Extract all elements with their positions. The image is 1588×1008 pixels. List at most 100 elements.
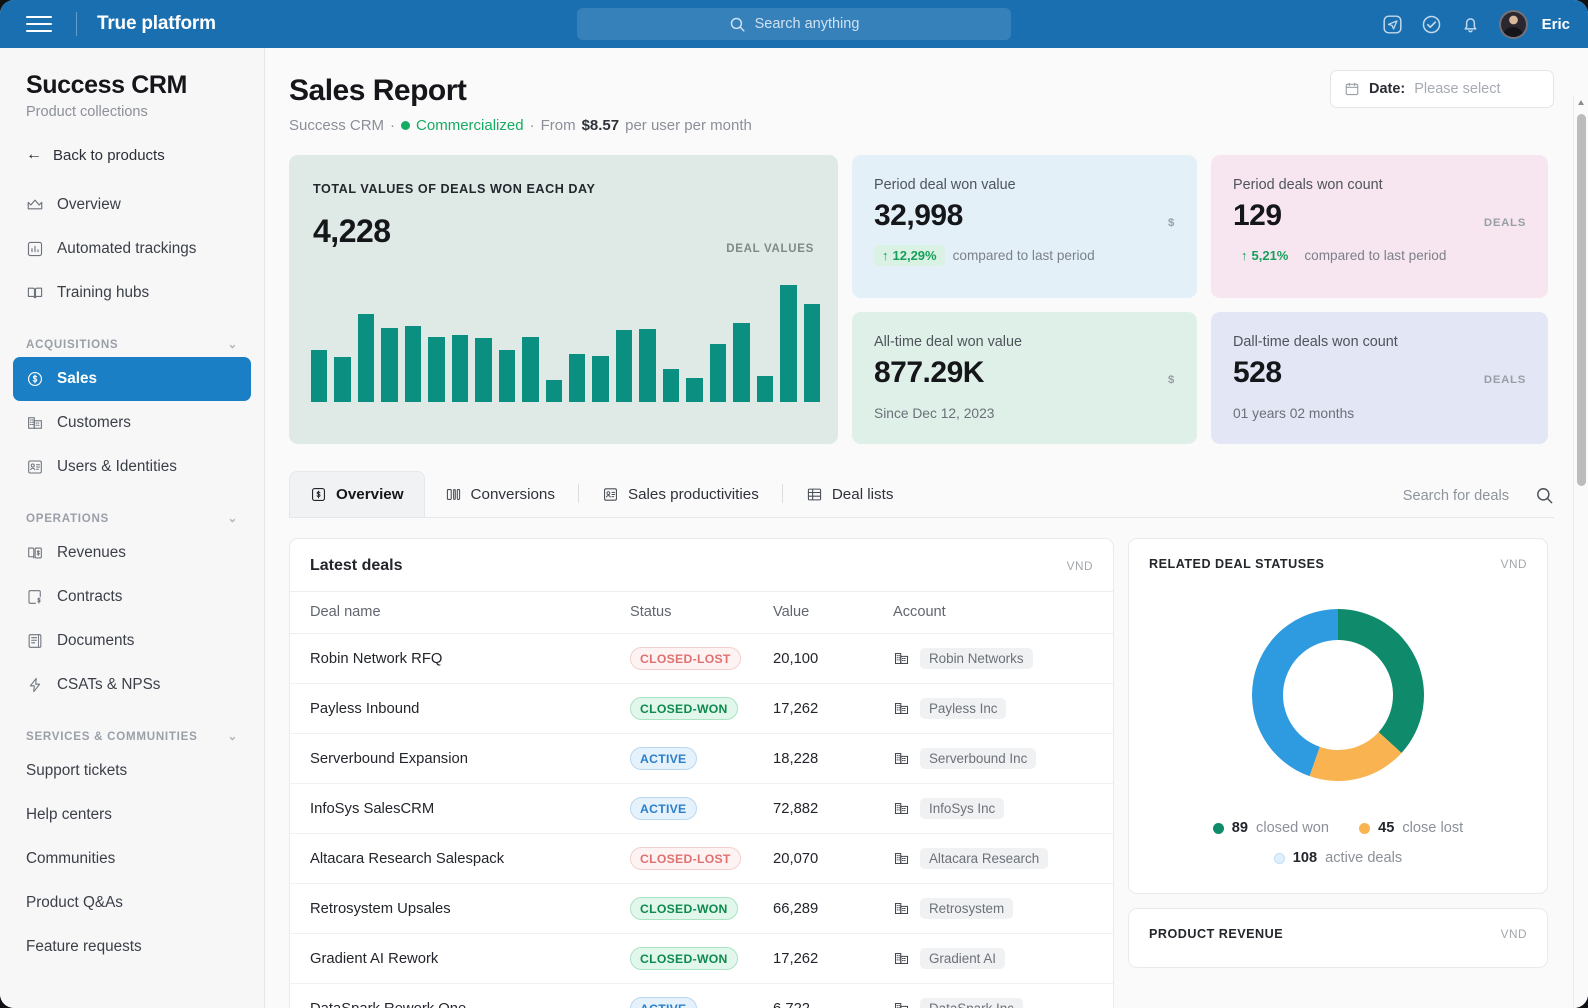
cell-value: 18,228 — [773, 733, 893, 784]
kpi-unit: DEALS — [1483, 217, 1526, 229]
panel-title: Latest deals — [310, 557, 403, 574]
subtitle-sep: · — [390, 117, 396, 134]
sidebar-item-overview[interactable]: Overview — [13, 183, 251, 227]
table-row[interactable]: Gradient AI Rework CLOSED-WON 17,262 Gradie… — [290, 933, 1113, 984]
table-row[interactable]: Altacara Research Salespack CLOSED-LOST 20… — [290, 833, 1113, 884]
sidebar-item-help-centers[interactable]: Help centers — [13, 793, 251, 837]
kpi-delta-value: 5,21% — [1251, 248, 1289, 263]
scrollbar-thumb[interactable] — [1577, 114, 1586, 486]
donut-legend: 89 closed won 45 close lost 108 active d… — [1129, 815, 1547, 875]
back-to-products-link[interactable]: ← Back to products — [0, 120, 264, 164]
sidebar-section-acquisitions[interactable]: ACQUISITIONS ⌄ — [26, 337, 238, 352]
menu-toggle-icon[interactable] — [26, 14, 52, 34]
sidebar-item-training-hubs[interactable]: Training hubs — [13, 271, 251, 315]
sidebar-item-label: Users & Identities — [57, 458, 177, 475]
bar-chart-bar — [803, 304, 820, 402]
tab-divider — [781, 484, 783, 503]
bar-chart — [311, 277, 820, 402]
kpi-label: Dall-time deals won count — [1233, 334, 1398, 350]
bell-icon[interactable] — [1460, 14, 1481, 35]
column-header-account: Account — [893, 591, 1113, 634]
account-pill: InfoSys Inc — [920, 798, 1005, 819]
tab-deal-lists[interactable]: Deal lists — [786, 471, 914, 517]
vertical-scrollbar[interactable] — [1573, 96, 1588, 1008]
bar-chart-bar — [522, 337, 539, 402]
bar-chart-bar — [662, 369, 680, 402]
cell-account: Serverbound Inc — [893, 733, 1113, 784]
money-book-icon — [28, 547, 42, 559]
deal-search[interactable]: Search for deals — [1403, 486, 1554, 505]
chevron-down-icon: ⌄ — [227, 730, 238, 743]
search-icon[interactable] — [1535, 486, 1554, 505]
kpi-value: 32,998 — [874, 199, 963, 232]
chevron-down-icon: ⌄ — [227, 338, 238, 351]
kpi-all-time-deal-won-value: All-time deal won value 877.29K $ Since … — [852, 312, 1197, 444]
sidebar-section-operations[interactable]: OPERATIONS ⌄ — [26, 511, 238, 526]
global-search-input[interactable]: Search anything — [577, 8, 1011, 40]
subtitle-sep: · — [529, 117, 535, 134]
sidebar-item-revenues[interactable]: Revenues — [13, 531, 251, 575]
check-circle-icon[interactable] — [1421, 14, 1442, 35]
send-icon[interactable] — [1382, 14, 1403, 35]
building-icon — [894, 803, 909, 814]
sidebar-subtitle: Product collections — [26, 104, 148, 120]
panel-title: PRODUCT REVENUE — [1149, 927, 1284, 941]
tab-label: Deal lists — [831, 485, 894, 503]
kpi-delta-badge: ↑ 12,29% — [874, 245, 945, 266]
cell-value: 72,882 — [773, 783, 893, 834]
kpi-grid: Period deal won value 32,998 $ ↑ 12,29% … — [852, 155, 1548, 444]
tab-label: Overview — [336, 486, 404, 503]
cell-value: 20,100 — [773, 633, 893, 684]
bar-chart-bar — [686, 378, 703, 402]
legend-item-close-lost: 45 close lost — [1359, 815, 1463, 843]
id-card-icon — [28, 460, 42, 474]
kpi-value: 877.29K — [874, 356, 984, 389]
bar-chart-bar — [498, 350, 516, 402]
sidebar-item-users-identities[interactable]: Users & Identities — [13, 445, 251, 489]
sidebar-item-contracts[interactable]: Contracts — [13, 575, 251, 619]
sidebar-item-communities[interactable]: Communities — [13, 837, 251, 881]
tab-conversions[interactable]: Conversions — [425, 471, 575, 517]
sidebar-item-documents[interactable]: Documents — [13, 619, 251, 663]
table-row[interactable]: Serverbound Expansion ACTIVE 18,228 Serverb… — [290, 733, 1113, 784]
bar-chart-bar — [404, 326, 422, 402]
date-picker[interactable]: Date: Please select — [1330, 70, 1554, 108]
sidebar-item-sales[interactable]: Sales — [13, 357, 251, 401]
cell-account: Gradient AI — [893, 933, 1113, 984]
scroll-up-arrow-icon[interactable] — [1578, 100, 1584, 105]
user-name[interactable]: Eric — [1542, 16, 1570, 33]
kpi-note: Since Dec 12, 2023 — [874, 406, 995, 421]
table-row[interactable]: Retrosystem Upsales CLOSED-WON 66,289 Retro… — [290, 883, 1113, 934]
avatar[interactable] — [1498, 9, 1528, 39]
bar-chart-bar — [780, 285, 797, 402]
building-icon — [894, 853, 909, 864]
sidebar-item-support-tickets[interactable]: Support tickets — [13, 749, 251, 793]
table-row[interactable]: InfoSys SalesCRM ACTIVE 72,882 InfoSys Inc — [290, 783, 1113, 834]
table-row[interactable]: Robin Network RFQ CLOSED-LOST 20,100 Robin … — [290, 633, 1113, 684]
subtitle-product: Success CRM — [289, 117, 385, 134]
section-label: SERVICES & COMMUNITIES — [26, 729, 198, 743]
latest-deals-panel: Latest deals VND Deal name Status Value … — [289, 538, 1114, 1008]
panel-title: RELATED DEAL STATUSES — [1149, 557, 1325, 571]
sidebar-section-services-communities[interactable]: SERVICES & COMMUNITIES ⌄ — [26, 729, 238, 744]
sidebar-item-customers[interactable]: Customers — [13, 401, 251, 445]
bar-chart-bar — [428, 337, 445, 402]
sidebar-item-automated-trackings[interactable]: Automated trackings — [13, 227, 251, 271]
sidebar-item-product-qas[interactable]: Product Q&As — [13, 881, 251, 925]
cell-account: Robin Networks — [893, 633, 1113, 684]
table-row[interactable]: Payless Inbound CLOSED-WON 17,262 Payless I… — [290, 683, 1113, 734]
kpi-period-deals-won-count: Period deals won count 129 DEALS ↑ 5,21%… — [1211, 155, 1548, 298]
arrow-left-icon: ← — [26, 146, 42, 163]
tab-overview[interactable]: Overview — [289, 471, 425, 517]
sidebar-item-feature-requests[interactable]: Feature requests — [13, 925, 251, 969]
cell-deal-name: InfoSys SalesCRM — [290, 783, 630, 834]
kpi-note: 01 years 02 months — [1233, 406, 1355, 421]
table-row[interactable]: DataSpark Rework OneACTIVE 6,722 DataSpark… — [290, 983, 1113, 1008]
chart-unit-label: DEAL VALUES — [726, 243, 814, 255]
account-pill: Serverbound Inc — [920, 748, 1037, 769]
sidebar-item-csats-npss[interactable]: CSATs & NPSs — [13, 663, 251, 707]
legend-label: active deals — [1325, 850, 1403, 867]
tab-sales-productivities[interactable]: Sales productivities — [582, 471, 779, 517]
tab-label: Sales productivities — [627, 485, 759, 503]
product-revenue-panel: PRODUCT REVENUE VND — [1128, 908, 1548, 968]
